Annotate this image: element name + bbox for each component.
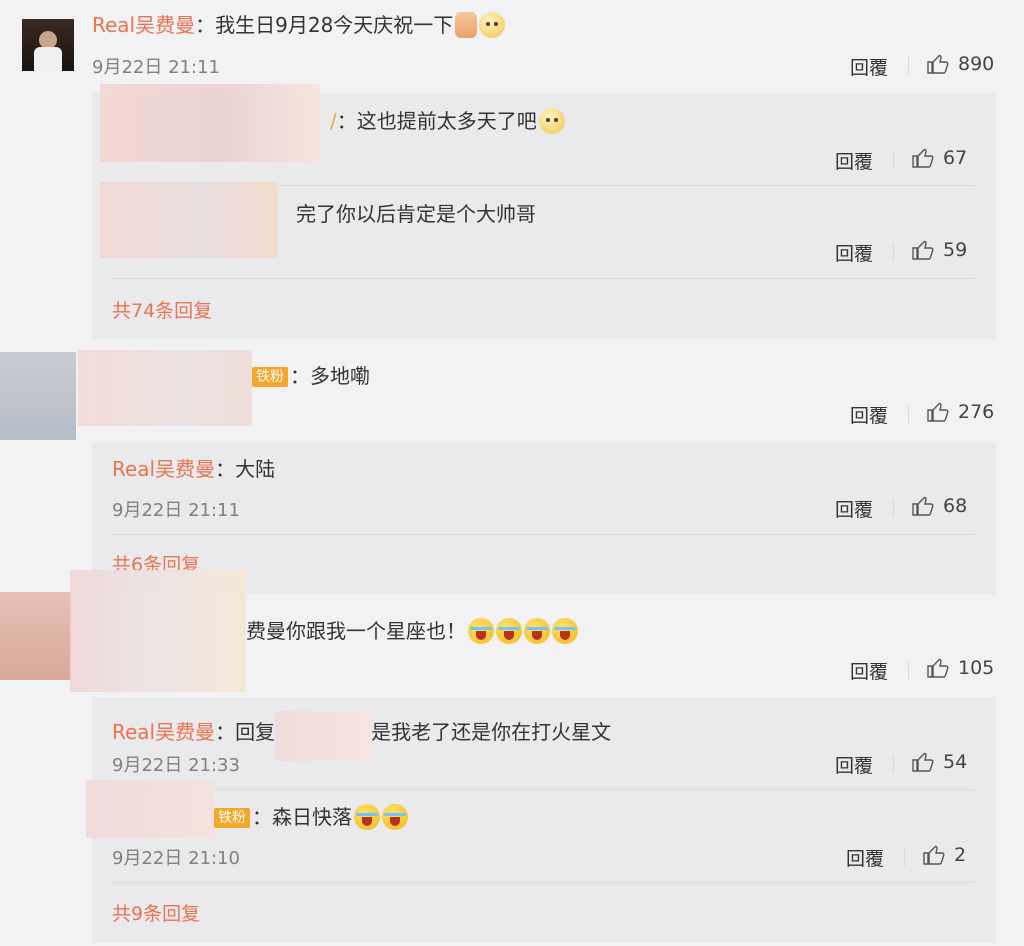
comment-text: Real吴费曼：我生日9月28今天庆祝一下: [92, 12, 506, 38]
divider: [908, 661, 909, 679]
thumbs-up-icon: [912, 240, 934, 260]
username-link[interactable]: Real吴费曼: [112, 720, 215, 744]
reply-button[interactable]: 回覆: [835, 147, 873, 174]
divider: [893, 755, 894, 773]
blurred-username: [100, 84, 320, 162]
more-replies-link[interactable]: 共74条回复: [112, 296, 212, 323]
reply-text: 铁粉 ：森日快落: [214, 804, 408, 830]
divider: [908, 405, 909, 423]
reply-time: 9月22日 21:11: [112, 500, 240, 521]
reply-button[interactable]: 回覆: [850, 53, 888, 80]
thumbs-up-icon: [927, 402, 949, 422]
reply-text: Real吴费曼：大陆: [112, 457, 276, 481]
like-count: 276: [958, 401, 995, 423]
like-count: 67: [943, 147, 968, 169]
like-count: 54: [943, 751, 968, 773]
comment-text: 费曼你跟我一个星座也！: [246, 618, 578, 644]
blurred-avatar: [0, 352, 76, 440]
crying-emoji-icon: [552, 618, 578, 644]
comment-text: 铁粉 ：多地嘞: [252, 363, 370, 389]
reply-button[interactable]: 回覆: [835, 495, 873, 522]
thumbs-up-icon: [912, 496, 934, 516]
like-button[interactable]: 68: [911, 494, 967, 518]
like-count: 2: [954, 844, 967, 866]
crying-emoji-icon: [382, 804, 408, 830]
crying-emoji-icon: [354, 804, 380, 830]
blurred-username: [275, 711, 372, 761]
reply-button[interactable]: 回覆: [850, 401, 888, 428]
divider: [904, 848, 905, 866]
like-button[interactable]: 2: [922, 843, 966, 867]
like-count: 59: [943, 239, 968, 261]
like-button[interactable]: 59: [911, 238, 967, 262]
reply-time: 9月22日 21:33: [112, 755, 240, 776]
like-button[interactable]: 67: [911, 146, 967, 170]
comment-time: 9月22日 21:11: [92, 57, 220, 78]
thumbs-up-icon: [912, 148, 934, 168]
username-link[interactable]: Real吴费曼: [92, 13, 195, 37]
reply-time: 9月22日 21:10: [112, 848, 240, 869]
blurred-username: [78, 350, 252, 426]
like-count: 68: [943, 495, 968, 517]
thumbs-up-icon: [923, 845, 945, 865]
blurred-username: [100, 182, 278, 258]
reply-text: 完了你以后肯定是个大帅哥: [296, 202, 536, 226]
divider: [893, 499, 894, 517]
divider: [112, 278, 974, 279]
blurred-username: [70, 570, 246, 692]
blurred-username: [86, 780, 214, 838]
fan-badge: 铁粉: [214, 808, 250, 828]
crying-emoji-icon: [496, 618, 522, 644]
blurred-avatar: [0, 592, 72, 680]
username-link[interactable]: Real吴费曼: [112, 457, 215, 481]
crying-emoji-icon: [468, 618, 494, 644]
more-replies-link[interactable]: 共9条回复: [112, 899, 200, 926]
doge-emoji-icon: [479, 12, 506, 38]
divider: [908, 57, 909, 75]
divider: [112, 789, 974, 790]
like-button[interactable]: 890: [926, 52, 994, 76]
doge-emoji-icon: [538, 108, 565, 134]
like-count: 105: [958, 657, 995, 679]
avatar[interactable]: [22, 19, 74, 71]
like-button[interactable]: 276: [926, 400, 994, 424]
crying-emoji-icon: [524, 618, 550, 644]
divider: [112, 882, 974, 883]
divider: [893, 151, 894, 169]
thumbs-up-icon: [927, 54, 949, 74]
reply-button[interactable]: 回覆: [846, 844, 884, 871]
divider: [893, 243, 894, 261]
reply-text: /：这也提前太多天了吧: [330, 108, 565, 134]
like-button[interactable]: 105: [926, 656, 994, 680]
reply-button[interactable]: 回覆: [835, 751, 873, 778]
fan-badge: 铁粉: [252, 367, 288, 387]
thumbs-up-icon: [927, 658, 949, 678]
divider: [112, 534, 974, 535]
reply-button[interactable]: 回覆: [850, 657, 888, 684]
thumbs-up-icon: [912, 752, 934, 772]
like-count: 890: [958, 53, 995, 75]
thumbs-up-emoji-icon: [455, 12, 478, 38]
reply-button[interactable]: 回覆: [835, 239, 873, 266]
like-button[interactable]: 54: [911, 750, 967, 774]
